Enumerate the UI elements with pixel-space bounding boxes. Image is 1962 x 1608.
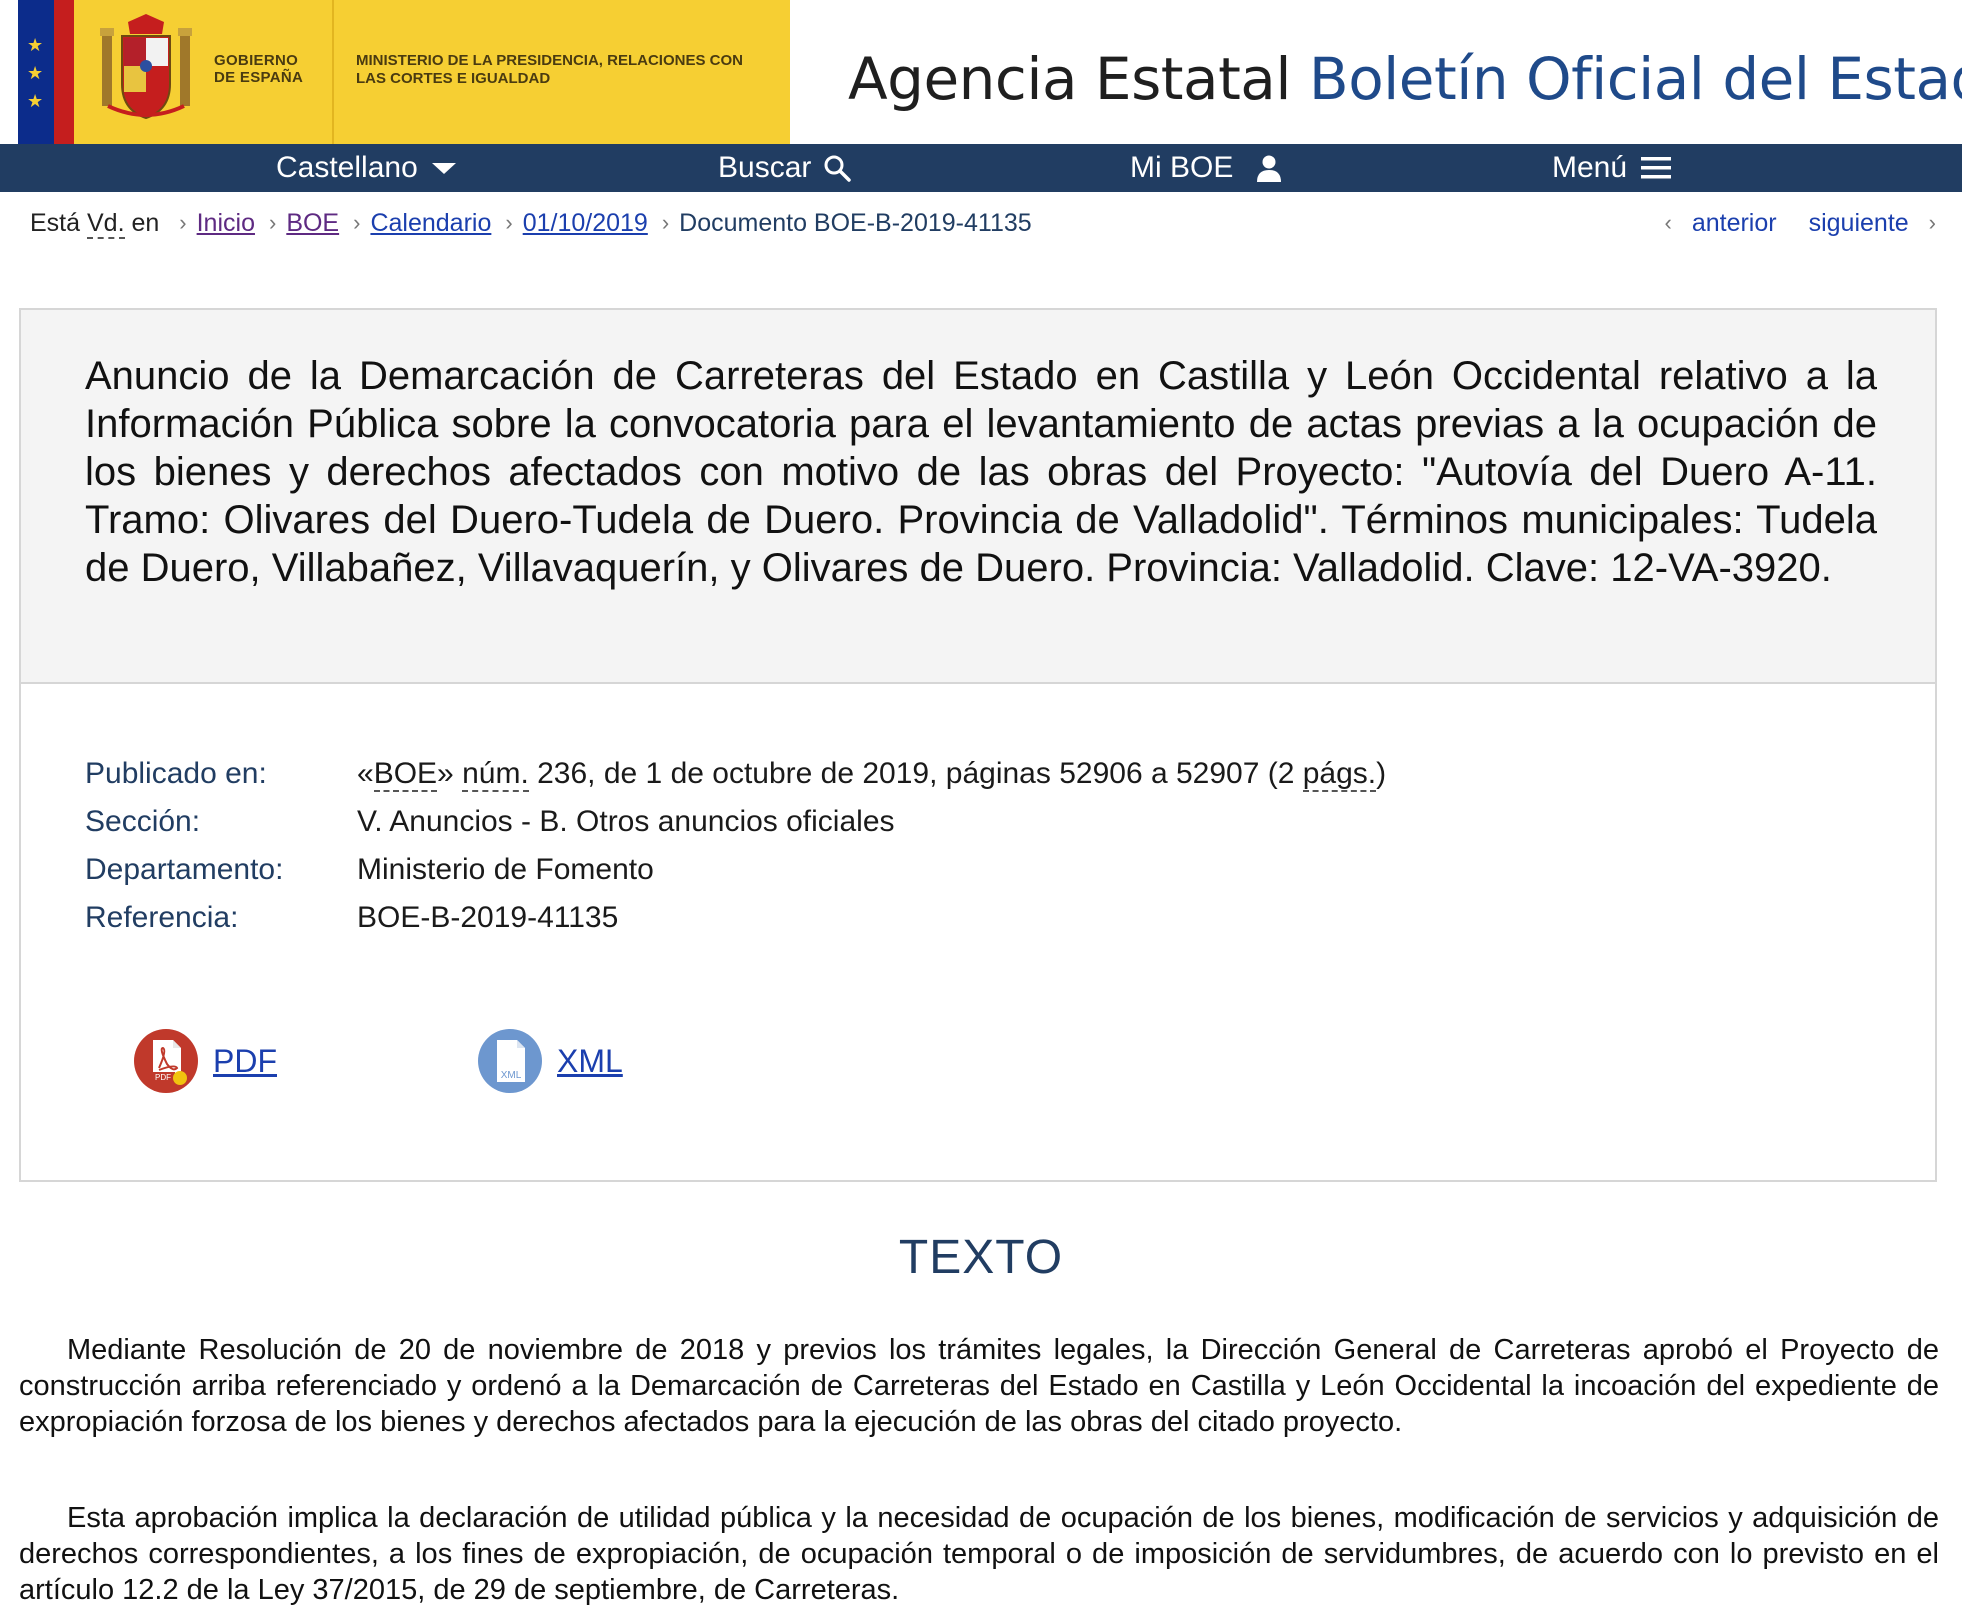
meta-label-section: Sección: bbox=[85, 805, 201, 838]
chevron-right-icon: › bbox=[353, 210, 361, 235]
eu-star-icon: ★ bbox=[27, 35, 44, 55]
main-nav: Castellano Buscar Mi BOE Menú bbox=[0, 144, 1962, 192]
my-boe-button[interactable]: Mi BOE bbox=[1130, 144, 1285, 192]
body-paragraph: Mediante Resolución de 20 de noviembre d… bbox=[19, 1334, 1939, 1438]
breadcrumb-current: Documento BOE-B-2019-41135 bbox=[679, 209, 1032, 237]
breadcrumb-link-inicio[interactable]: Inicio bbox=[197, 206, 255, 240]
menu-button[interactable]: Menú bbox=[1552, 144, 1673, 192]
document-title: Anuncio de la Demarcación de Carreteras … bbox=[85, 354, 1877, 590]
agency-name: Boletín Oficial del Estado bbox=[1308, 45, 1962, 113]
hamburger-menu-icon bbox=[1641, 157, 1672, 179]
meta-value-section: V. Anuncios - B. Otros anuncios oficiale… bbox=[357, 805, 895, 838]
meta-label-published: Publicado en: bbox=[85, 757, 267, 790]
chevron-right-icon: › bbox=[268, 210, 277, 235]
breadcrumb-link-date[interactable]: 01/10/2019 bbox=[523, 206, 648, 240]
body-paragraph: Esta aprobación implica la declaración d… bbox=[19, 1502, 1939, 1606]
breadcrumb-link-boe[interactable]: BOE bbox=[286, 206, 339, 240]
user-icon bbox=[1257, 155, 1282, 182]
government-label: Gobierno de España bbox=[214, 52, 303, 86]
meta-row-published: Publicado en: «BOE» núm. 236, de 1 de oc… bbox=[85, 750, 1386, 798]
xml-download-label: XML bbox=[557, 1042, 623, 1079]
chevron-right-icon: › bbox=[1928, 210, 1936, 235]
search-button[interactable]: Buscar bbox=[718, 144, 852, 192]
xml-icon-text: XML bbox=[501, 1070, 522, 1081]
meta-row-department: Departamento: Ministerio de Fomento bbox=[85, 846, 1386, 894]
eu-flag-strip: ★ ★ ★ bbox=[18, 0, 54, 144]
gov-line-1: Gobierno bbox=[214, 52, 299, 69]
breadcrumb-lead-suffix: en bbox=[131, 209, 160, 237]
agency-prefix: Agencia Estatal bbox=[848, 45, 1291, 113]
gov-line-2: de España bbox=[214, 69, 304, 86]
xml-download-link[interactable]: XML XML bbox=[477, 1028, 623, 1094]
boe-abbr: BOE bbox=[373, 757, 438, 792]
eu-star-icon: ★ bbox=[27, 63, 44, 83]
meta-value-reference: BOE-B-2019-41135 bbox=[357, 901, 619, 934]
pdf-icon: PDF bbox=[134, 1029, 198, 1093]
document-box: Anuncio de la Demarcación de Carreteras … bbox=[19, 308, 1937, 1182]
chevron-right-icon: › bbox=[661, 210, 670, 235]
pdf-icon-text: PDF bbox=[155, 1073, 171, 1082]
num-abbr: núm. bbox=[462, 757, 529, 792]
my-boe-label: Mi BOE bbox=[1130, 151, 1234, 184]
document-title-area: Anuncio de la Demarcación de Carreteras … bbox=[21, 310, 1935, 684]
meta-row-section: Sección: V. Anuncios - B. Otros anuncios… bbox=[85, 798, 1386, 846]
eu-star-icon: ★ bbox=[27, 91, 44, 111]
site-header: ★ ★ ★ Gobierno de España Ministerio de l… bbox=[0, 0, 1962, 144]
banner-divider bbox=[332, 0, 334, 144]
meta-value-department: Ministerio de Fomento bbox=[357, 853, 654, 886]
published-rest: 236, de 1 de octubre de 2019, páginas 52… bbox=[528, 757, 1303, 790]
meta-row-reference: Referencia: BOE-B-2019-41135 bbox=[85, 894, 1386, 942]
published-end: ) bbox=[1376, 757, 1387, 790]
meta-label-reference: Referencia: bbox=[85, 901, 239, 934]
chevron-right-icon: › bbox=[179, 210, 187, 235]
breadcrumb-lead-text: Está bbox=[30, 209, 81, 237]
chevron-right-icon: › bbox=[505, 210, 513, 235]
flag-red-strip bbox=[54, 0, 74, 144]
next-link[interactable]: siguiente bbox=[1809, 206, 1909, 240]
coat-of-arms-icon bbox=[100, 14, 192, 120]
agency-title[interactable]: Agencia Estatal Boletín Oficial del Esta… bbox=[848, 44, 1962, 114]
document-metadata: Publicado en: «BOE» núm. 236, de 1 de oc… bbox=[85, 750, 1386, 942]
pdf-download-link[interactable]: PDF PDF bbox=[133, 1028, 277, 1094]
chevron-down-icon bbox=[431, 163, 456, 174]
pdf-download-label: PDF bbox=[213, 1042, 277, 1079]
language-label: Castellano bbox=[276, 151, 418, 184]
previous-link[interactable]: anterior bbox=[1692, 206, 1777, 240]
pags-abbr: págs. bbox=[1302, 757, 1377, 792]
search-label: Buscar bbox=[718, 151, 812, 184]
ministry-label: Ministerio de la Presidencia, Relaciones… bbox=[356, 52, 743, 87]
xml-icon: XML bbox=[478, 1029, 542, 1093]
document-pager: ‹ anterior siguiente › bbox=[1665, 206, 1937, 240]
breadcrumb-lead-abbr: Vd. bbox=[86, 209, 125, 239]
breadcrumb-link-calendario[interactable]: Calendario bbox=[370, 206, 491, 240]
breadcrumb-lead: Está Vd. en bbox=[30, 206, 159, 240]
menu-label: Menú bbox=[1552, 151, 1628, 184]
meta-value-published: «BOE» núm. 236, de 1 de octubre de 2019,… bbox=[357, 750, 1386, 798]
meta-label-department: Departamento: bbox=[85, 853, 284, 886]
published-mid: » bbox=[437, 757, 463, 790]
published-pre: « bbox=[357, 757, 374, 790]
chevron-left-icon: ‹ bbox=[1664, 210, 1672, 235]
language-selector[interactable]: Castellano bbox=[276, 144, 458, 192]
breadcrumb: Está Vd. en › Inicio › BOE › Calendario … bbox=[30, 206, 1032, 240]
search-icon bbox=[824, 155, 852, 182]
section-title-texto: TEXTO bbox=[898, 1231, 1064, 1284]
